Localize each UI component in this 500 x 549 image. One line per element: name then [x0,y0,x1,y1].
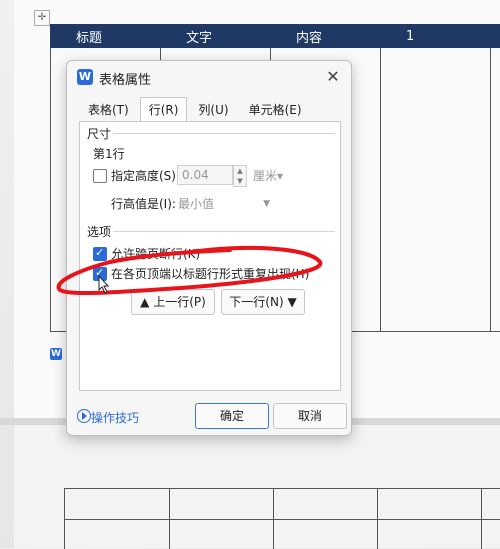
cancel-button[interactable]: 取消 [273,403,347,429]
options-section-label: 选项 [87,225,112,239]
tab-cell[interactable]: 单元格(E) [240,97,311,123]
table-header-cell: 标题 [76,30,103,46]
section-divider [113,133,335,134]
tab-column[interactable]: 列(U) [189,97,237,123]
table-move-handle-icon[interactable]: ✛ [34,10,50,26]
row-number-label: 第1行 [93,147,125,161]
chevron-down-icon: ▼ [263,199,270,209]
repeat-header-row-label[interactable]: 在各页顶端以标题行形式重复出现(H) [111,265,309,282]
height-spinner[interactable]: ▲ ▼ [233,165,247,187]
previous-row-button[interactable]: ▲ 上一行(P) [131,289,215,315]
row-height-input[interactable]: 0.04 [177,165,233,185]
dialog-tabs: 表格(T) 行(R) 列(U) 单元格(E) [79,97,313,123]
document-table-header-row: 标题 文字 内容 1 [50,24,500,48]
height-unit-select[interactable]: 厘米▾ [253,167,283,184]
repeat-header-row-checkbox[interactable] [93,266,107,281]
row-height-is-select[interactable]: 最小值 ▼ [173,193,275,215]
table-properties-dialog: W 表格属性 ✕ 表格(T) 行(R) 列(U) 单元格(E) 尺寸 第1行 指… [66,60,352,436]
spin-up-icon[interactable]: ▲ [234,166,246,176]
table-header-cell: 内容 [296,30,323,46]
section-divider [113,231,335,232]
tab-table[interactable]: 表格(T) [79,97,138,123]
table-column-line [490,48,491,331]
document-table-next-page [64,488,500,549]
wps-small-icon: W [50,348,62,360]
dialog-titlebar[interactable]: W 表格属性 ✕ [67,61,351,93]
next-row-button[interactable]: 下一行(N) ▼ [221,289,305,315]
row-height-is-label: 行高值是(I): [111,197,176,211]
row-height-is-value: 最小值 [178,197,215,211]
table-column-line [380,48,381,331]
specify-height-label[interactable]: 指定高度(S): [111,167,180,184]
size-section-label: 尺寸 [87,127,112,141]
wps-writer-icon: W [77,69,93,85]
table-header-cell: 1 [406,28,415,44]
close-icon[interactable]: ✕ [323,67,343,87]
allow-row-break-label[interactable]: 允许跨页断行(K) [111,245,200,262]
spin-down-icon[interactable]: ▼ [234,176,246,186]
operation-tips-link[interactable]: 操作技巧 [91,409,139,426]
allow-row-break-checkbox[interactable] [93,246,107,261]
tab-row[interactable]: 行(R) [139,97,188,123]
specify-height-checkbox[interactable] [93,169,107,183]
dialog-title: 表格属性 [99,73,152,88]
play-circle-icon[interactable] [77,409,91,423]
table-header-cell: 文字 [186,30,213,46]
ok-button[interactable]: 确定 [195,403,269,429]
